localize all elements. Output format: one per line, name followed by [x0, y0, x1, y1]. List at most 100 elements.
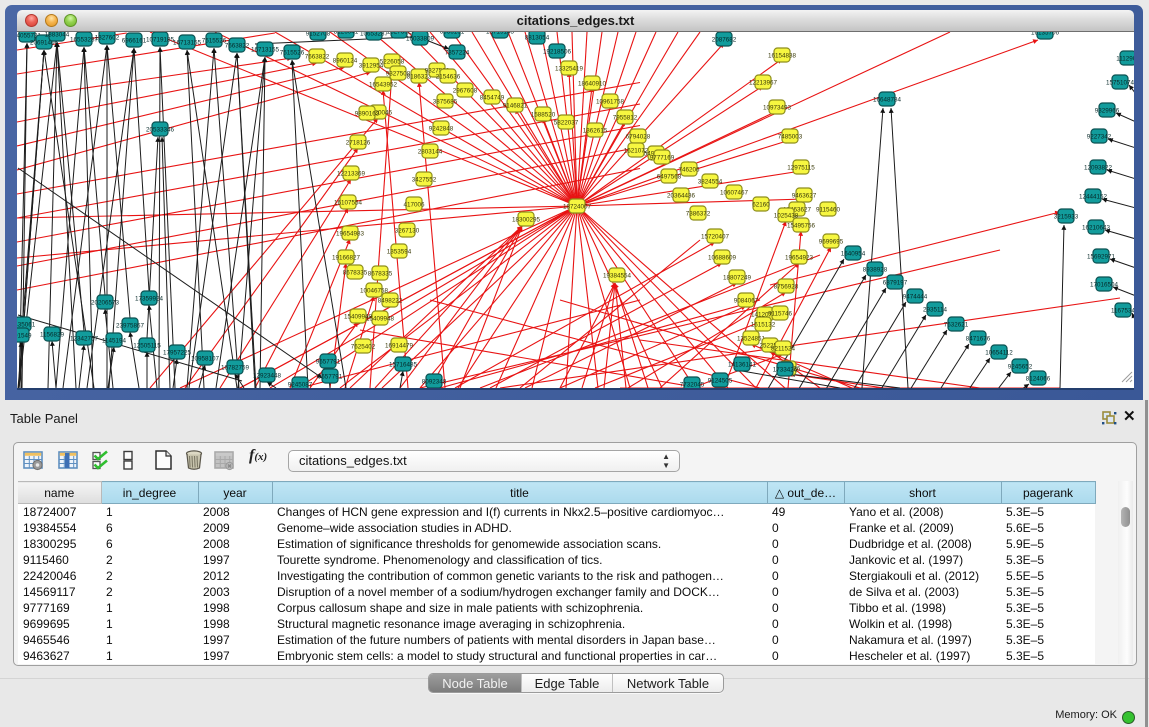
svg-text:13524851: 13524851 — [737, 335, 766, 342]
svg-text:7357224: 7357224 — [445, 49, 470, 56]
svg-text:9115460: 9115460 — [816, 206, 841, 213]
svg-text:12505115: 12505115 — [133, 342, 161, 349]
svg-text:18300295: 18300295 — [512, 216, 541, 223]
svg-text:8813054: 8813054 — [525, 34, 550, 41]
svg-text:1733426: 1733426 — [773, 366, 798, 373]
svg-text:12093822: 12093822 — [1084, 164, 1113, 171]
svg-text:8186323: 8186323 — [407, 73, 432, 80]
svg-text:19654983: 19654983 — [336, 230, 365, 237]
svg-text:8960124: 8960124 — [333, 57, 358, 64]
svg-text:16648784: 16648784 — [873, 96, 902, 103]
svg-text:5226058: 5226058 — [380, 58, 405, 65]
svg-text:1327602: 1327602 — [95, 34, 120, 41]
svg-text:20206573: 20206573 — [91, 299, 120, 306]
svg-text:1353594: 1353594 — [387, 248, 412, 255]
svg-text:3427552: 3427552 — [412, 176, 437, 183]
svg-text:8498222: 8498222 — [378, 297, 403, 304]
svg-text:7485003: 7485003 — [778, 133, 803, 140]
svg-text:8756928: 8756928 — [774, 283, 799, 290]
svg-text:13325419: 13325419 — [555, 65, 584, 72]
svg-text:1112906: 1112906 — [1116, 55, 1134, 62]
svg-text:6966161: 6966161 — [122, 37, 147, 44]
svg-text:12342757: 12342757 — [70, 335, 99, 342]
svg-text:16107554: 16107554 — [334, 199, 363, 206]
svg-text:16713155: 16713155 — [173, 39, 202, 46]
svg-text:3215933: 3215933 — [1054, 213, 1079, 220]
svg-text:2718126: 2718126 — [346, 139, 371, 146]
svg-text:1615132: 1615132 — [751, 321, 776, 328]
svg-text:8678335: 8678335 — [368, 270, 393, 277]
svg-text:10719145: 10719145 — [486, 32, 515, 35]
svg-text:9152708: 9152708 — [306, 32, 331, 37]
svg-text:12213967: 12213967 — [749, 79, 778, 86]
svg-text:10653287: 10653287 — [360, 32, 389, 37]
svg-text:8454749: 8454749 — [480, 94, 505, 101]
svg-text:6794028: 6794028 — [626, 133, 651, 140]
svg-text:3267130: 3267130 — [395, 227, 420, 234]
svg-text:391549: 391549 — [17, 332, 32, 339]
svg-text:10958107: 10958107 — [191, 355, 220, 362]
svg-text:8471676: 8471676 — [966, 335, 991, 342]
svg-text:7435061: 7435061 — [17, 321, 36, 328]
svg-text:18724007: 18724007 — [563, 203, 592, 210]
svg-text:15716485: 15716485 — [389, 361, 418, 368]
svg-text:9699695: 9699695 — [819, 238, 844, 245]
svg-text:16033809: 16033809 — [406, 35, 435, 42]
svg-text:746206: 746206 — [678, 166, 700, 173]
svg-text:7625402: 7625402 — [351, 343, 376, 350]
svg-text:17016504: 17016504 — [1090, 281, 1119, 288]
svg-text:7955812: 7955812 — [613, 114, 638, 121]
svg-text:16154838: 16154838 — [768, 52, 797, 59]
svg-text:7515526: 7515526 — [202, 37, 227, 44]
svg-text:15692971: 15692971 — [1087, 253, 1116, 260]
svg-text:15495756: 15495756 — [787, 222, 816, 229]
svg-text:9245087: 9245087 — [288, 381, 313, 388]
svg-text:20533346: 20533346 — [146, 126, 175, 133]
svg-text:8126041: 8126041 — [334, 32, 359, 35]
svg-text:10688609: 10688609 — [708, 254, 737, 261]
svg-text:1362615: 1362615 — [583, 127, 608, 134]
svg-text:2967608: 2967608 — [453, 87, 478, 94]
svg-text:20364436: 20364436 — [667, 192, 696, 199]
svg-text:1883044: 1883044 — [45, 32, 70, 38]
svg-text:15720407: 15720407 — [701, 233, 730, 240]
svg-text:9245652: 9245652 — [1008, 363, 1033, 370]
svg-text:16210643: 16210643 — [1082, 224, 1111, 231]
svg-text:10961758: 10961758 — [596, 98, 625, 105]
svg-text:8092348: 8092348 — [422, 378, 447, 385]
svg-text:16135706: 16135706 — [1031, 32, 1060, 36]
svg-text:3824554: 3824554 — [698, 178, 723, 185]
svg-text:15409948: 15409948 — [366, 315, 395, 322]
svg-text:16914479: 16914479 — [385, 342, 414, 349]
svg-text:9657791: 9657791 — [316, 358, 341, 365]
svg-text:9777169: 9777169 — [650, 154, 675, 161]
svg-text:7732045: 7732045 — [680, 381, 705, 388]
svg-text:6497568: 6497568 — [657, 173, 682, 180]
svg-text:1156829: 1156829 — [40, 331, 65, 338]
svg-text:18640910: 18640910 — [578, 80, 607, 87]
svg-text:2803144: 2803144 — [418, 148, 443, 155]
svg-text:62160: 62160 — [752, 201, 770, 208]
svg-text:12444152: 12444152 — [1079, 193, 1108, 200]
svg-text:16713155: 16713155 — [251, 46, 280, 53]
svg-text:9890163: 9890163 — [355, 110, 380, 117]
svg-text:9227342: 9227342 — [1087, 133, 1112, 140]
svg-text:7386372: 7386372 — [686, 210, 711, 217]
svg-text:19218506: 19218506 — [543, 48, 572, 55]
svg-text:16543952: 16543952 — [369, 81, 398, 88]
svg-text:7663822: 7663822 — [225, 42, 250, 49]
svg-text:17359924: 17359924 — [135, 295, 164, 302]
svg-text:6966161: 6966161 — [440, 32, 465, 35]
svg-text:9463627: 9463627 — [792, 192, 817, 199]
svg-text:8678335: 8678335 — [343, 269, 368, 276]
svg-text:8938928: 8938928 — [863, 266, 888, 273]
svg-text:3875685: 3875685 — [433, 98, 458, 105]
svg-text:1145194: 1145194 — [102, 337, 127, 344]
svg-text:417006: 417006 — [403, 201, 425, 208]
svg-text:19384554: 19384554 — [603, 272, 632, 279]
svg-text:10607467: 10607467 — [720, 189, 749, 196]
svg-text:15751074: 15751074 — [1106, 79, 1134, 86]
svg-text:7515526: 7515526 — [280, 49, 305, 56]
svg-text:12213369: 12213369 — [337, 170, 366, 177]
svg-text:9474444: 9474444 — [903, 293, 928, 300]
